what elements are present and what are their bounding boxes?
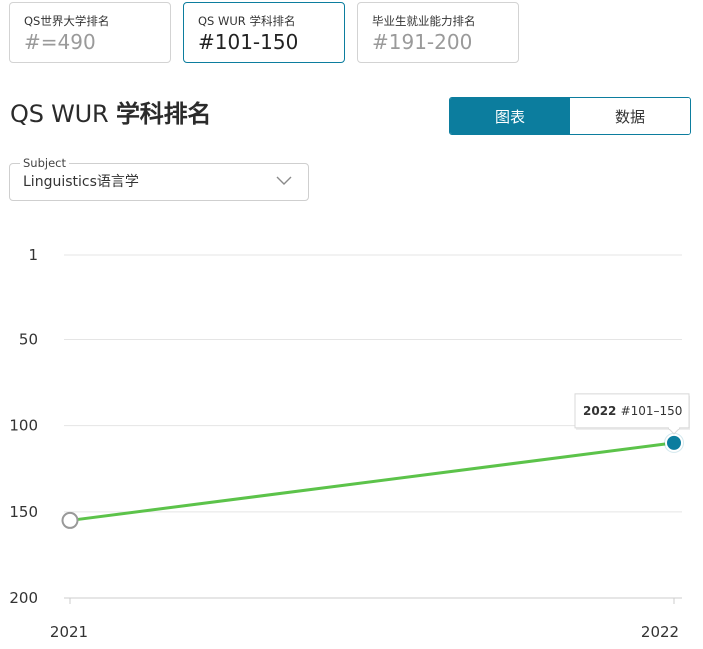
ranking-card-value: #191-200 xyxy=(372,30,473,54)
y-tick-label: 200 xyxy=(9,589,38,607)
subject-select-value: Linguistics语言学 xyxy=(23,174,139,190)
section-title: QS WUR 学科排名 xyxy=(10,96,211,132)
tooltip-rank: #101–150 xyxy=(621,404,683,418)
tooltip-year: 2022 xyxy=(583,404,621,418)
ranking-card-subject[interactable]: QS WUR 学科排名 #101-150 xyxy=(183,2,345,63)
section-title-prefix: QS WUR xyxy=(10,100,109,128)
x-tick-label: 2022 xyxy=(641,623,679,641)
subject-select[interactable]: Subject Linguistics语言学 xyxy=(9,156,309,201)
y-tick-label: 1 xyxy=(28,246,38,264)
ranking-card-label: QS世界大学排名 xyxy=(24,14,110,28)
y-tick-label: 150 xyxy=(9,503,38,521)
chart-view-button[interactable]: 图表 xyxy=(450,98,570,134)
ranking-card-value: #101-150 xyxy=(198,30,299,54)
series-line xyxy=(69,441,675,522)
data-point xyxy=(665,433,683,452)
ranking-card-label: 毕业生就业能力排名 xyxy=(372,14,476,28)
ranking-card-label: QS WUR 学科排名 xyxy=(198,14,296,28)
chevron-down-icon xyxy=(276,176,292,185)
tooltip-text: 2022 #101–150 xyxy=(583,404,682,418)
view-toggle: 图表 数据 xyxy=(449,97,691,135)
x-tick-label: 2021 xyxy=(50,623,88,641)
y-tick-label: 50 xyxy=(19,330,38,348)
ranking-line-chart: 1501001502002021 20222022 #101–150 xyxy=(9,246,690,641)
data-point xyxy=(61,511,79,529)
ranking-card-value: #=490 xyxy=(24,30,96,54)
data-view-button[interactable]: 数据 xyxy=(570,98,690,134)
tooltip-pointer-mask xyxy=(669,426,679,429)
subject-select-legend: Subject xyxy=(20,156,69,170)
section-title-bold: 学科排名 xyxy=(115,100,212,128)
ranking-card-world[interactable]: QS世界大学排名 #=490 xyxy=(9,2,171,63)
y-tick-label: 100 xyxy=(9,417,38,435)
ranking-card-employability[interactable]: 毕业生就业能力排名 #191-200 xyxy=(357,2,519,63)
